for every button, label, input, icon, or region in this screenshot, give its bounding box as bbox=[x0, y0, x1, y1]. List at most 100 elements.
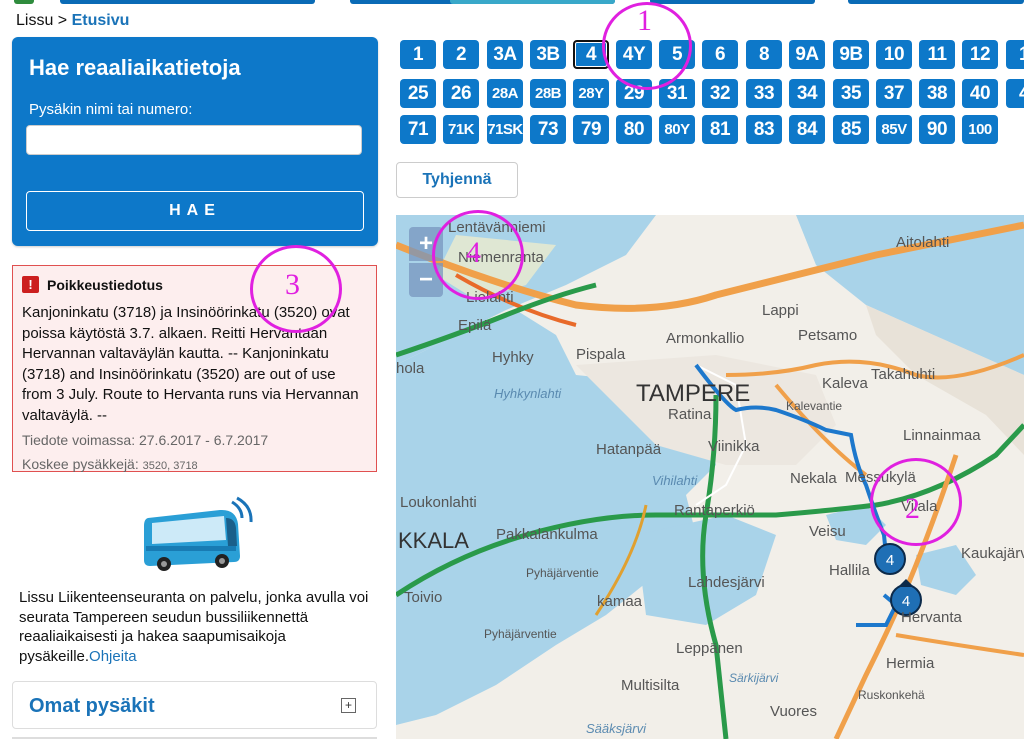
route-button-80y[interactable]: 80Y bbox=[659, 115, 695, 144]
alert-icon: ! bbox=[22, 276, 39, 293]
route-button-71k[interactable]: 71K bbox=[443, 115, 479, 144]
map-place-label: Rantaperkiö bbox=[674, 502, 755, 519]
breadcrumb-separator: > bbox=[53, 12, 72, 29]
route-button-71sk[interactable]: 71SK bbox=[487, 115, 523, 144]
map-place-label: Toivio bbox=[404, 589, 442, 606]
route-button-10[interactable]: 10 bbox=[876, 40, 912, 69]
annotation-number-3: 3 bbox=[285, 268, 300, 301]
route-button-83[interactable]: 83 bbox=[746, 115, 782, 144]
map-place-label: Multisilta bbox=[621, 677, 680, 694]
map-place-label: Lahdesjärvi bbox=[688, 574, 765, 591]
map-place-label: Hyhkynlahti bbox=[494, 386, 562, 401]
breadcrumb: Lissu > Etusivu bbox=[16, 12, 129, 30]
route-button-28y[interactable]: 28Y bbox=[573, 79, 609, 108]
route-button-81[interactable]: 81 bbox=[702, 115, 738, 144]
map-place-label: Takahuhti bbox=[871, 366, 935, 383]
route-button-28b[interactable]: 28B bbox=[530, 79, 566, 108]
bus-marker-label: 4 bbox=[902, 593, 910, 610]
route-button-2[interactable]: 2 bbox=[443, 40, 479, 69]
route-button-9b[interactable]: 9B bbox=[833, 40, 869, 69]
service-description-text: Lissu Liikenteenseuranta on palvelu, jon… bbox=[19, 589, 369, 665]
map-place-label: Epilä bbox=[458, 317, 492, 334]
stop-search-input[interactable] bbox=[26, 125, 362, 155]
map-place-label: Särkijärvi bbox=[729, 671, 779, 685]
bus-marker-1[interactable]: 4 bbox=[874, 543, 906, 575]
route-button-85v[interactable]: 85V bbox=[876, 115, 912, 144]
top-nav-strip bbox=[0, 0, 1024, 4]
route-button-3a[interactable]: 3A bbox=[487, 40, 523, 69]
map-place-label: Lappi bbox=[762, 302, 799, 319]
route-button-85[interactable]: 85 bbox=[833, 115, 869, 144]
breadcrumb-current[interactable]: Etusivu bbox=[72, 12, 130, 29]
search-panel: Hae reaaliaikatietoja Pysäkin nimi tai n… bbox=[12, 37, 378, 246]
service-description: Lissu Liikenteenseuranta on palvelu, jon… bbox=[19, 588, 374, 666]
route-button-37[interactable]: 37 bbox=[876, 79, 912, 108]
map-place-label: Loukonlahti bbox=[400, 494, 477, 511]
annotation-number-2: 2 bbox=[905, 492, 920, 525]
map-place-label: Kalevantie bbox=[786, 399, 842, 413]
route-button-26[interactable]: 26 bbox=[443, 79, 479, 108]
route-button-34[interactable]: 34 bbox=[789, 79, 825, 108]
map-place-label: Ratina bbox=[668, 406, 712, 423]
map-place-label: Veisu bbox=[809, 523, 846, 540]
breadcrumb-root[interactable]: Lissu bbox=[16, 12, 53, 29]
annotation-number-4: 4 bbox=[466, 236, 481, 269]
map-place-label: hola bbox=[396, 360, 425, 377]
map-place-label: Hatanpää bbox=[596, 441, 662, 458]
route-button-32[interactable]: 32 bbox=[702, 79, 738, 108]
route-button-9a[interactable]: 9A bbox=[789, 40, 825, 69]
route-button-35[interactable]: 35 bbox=[833, 79, 869, 108]
route-button-3b[interactable]: 3B bbox=[530, 40, 566, 69]
clear-button[interactable]: Tyhjennä bbox=[396, 162, 518, 198]
map-place-label: Vuores bbox=[770, 703, 817, 720]
stop-input-label: Pysäkin nimi tai numero: bbox=[29, 101, 193, 118]
search-title: Hae reaaliaikatietoja bbox=[29, 55, 241, 80]
favorite-stops-title: Omat pysäkit bbox=[29, 695, 155, 717]
route-button-84[interactable]: 84 bbox=[789, 115, 825, 144]
map-place-label: Pyhäjärventie bbox=[526, 566, 599, 580]
route-button-11[interactable]: 11 bbox=[919, 40, 955, 69]
help-link[interactable]: Ohjeita bbox=[89, 648, 137, 665]
route-button-28a[interactable]: 28A bbox=[487, 79, 523, 108]
map-place-label: Armonkallio bbox=[666, 330, 744, 347]
route-button-33[interactable]: 33 bbox=[746, 79, 782, 108]
map-place-label: Leppänen bbox=[676, 640, 743, 657]
map-place-label: Aitolahti bbox=[896, 234, 949, 251]
map-place-label: Viinikka bbox=[708, 438, 760, 455]
route-button-12[interactable]: 12 bbox=[962, 40, 998, 69]
notice-stops-label: Koskee pysäkkejä: bbox=[22, 456, 139, 472]
route-button-40[interactable]: 40 bbox=[962, 79, 998, 108]
route-button-1[interactable]: 1 bbox=[400, 40, 436, 69]
route-button-1[interactable]: 1 bbox=[1006, 40, 1024, 69]
map-place-label: Vihilahti bbox=[652, 473, 698, 488]
map-place-label: kamaa bbox=[597, 593, 643, 610]
route-button-25[interactable]: 25 bbox=[400, 79, 436, 108]
map-place-label: Pakkalankulma bbox=[496, 526, 598, 543]
route-button-8[interactable]: 8 bbox=[746, 40, 782, 69]
route-button-73[interactable]: 73 bbox=[530, 115, 566, 144]
favorite-stops-panel[interactable]: Omat pysäkit + bbox=[12, 681, 377, 729]
map-place-label: Pyhäjärventie bbox=[484, 627, 557, 641]
route-button-71[interactable]: 71 bbox=[400, 115, 436, 144]
route-button-80[interactable]: 80 bbox=[616, 115, 652, 144]
notice-stops: Koskee pysäkkejä: 3520, 3718 bbox=[22, 454, 368, 476]
map-place-label: Hermia bbox=[886, 655, 935, 672]
search-button[interactable]: HAE bbox=[26, 191, 364, 231]
route-button-4[interactable]: 4 bbox=[1006, 79, 1024, 108]
map-place-label: Nekala bbox=[790, 470, 837, 487]
map-place-label: TAMPERE bbox=[636, 380, 750, 407]
route-button-90[interactable]: 90 bbox=[919, 115, 955, 144]
map-place-label: Petsamo bbox=[798, 327, 857, 344]
map-place-label: Hervanta bbox=[901, 609, 963, 626]
route-selector: 123A3B44Y5689A9B1011121252628A28B28Y2931… bbox=[400, 38, 1024, 148]
expand-icon[interactable]: + bbox=[341, 698, 356, 713]
route-button-38[interactable]: 38 bbox=[919, 79, 955, 108]
bus-icon bbox=[144, 496, 253, 571]
map-place-label: Kaleva bbox=[822, 375, 869, 392]
bus-marker-label: 4 bbox=[886, 552, 894, 569]
route-button-100[interactable]: 100 bbox=[962, 115, 998, 144]
map-place-label: KKALA bbox=[398, 528, 469, 553]
map-place-label: Ruskonkehä bbox=[858, 688, 925, 702]
route-button-79[interactable]: 79 bbox=[573, 115, 609, 144]
route-button-6[interactable]: 6 bbox=[702, 40, 738, 69]
